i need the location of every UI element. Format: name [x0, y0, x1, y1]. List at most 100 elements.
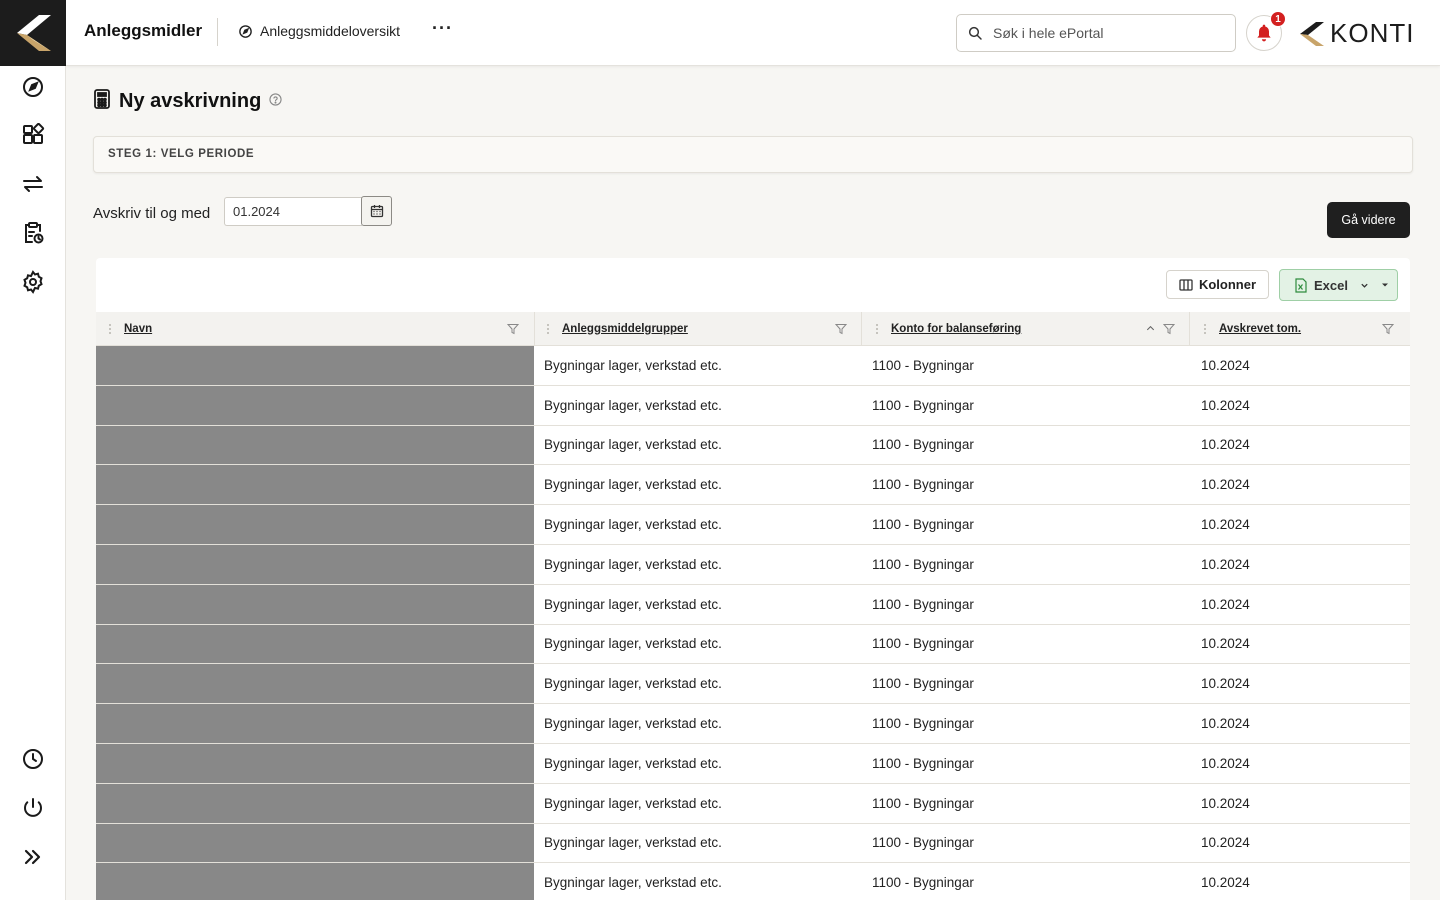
column-header-avskrevet[interactable]: Avskrevet tom. [1204, 312, 1301, 346]
table-row[interactable]: Bygningar lager, verkstad etc. 1100 - Byg… [96, 823, 1410, 864]
table-row[interactable]: Bygningar lager, verkstad etc. 1100 - Byg… [96, 664, 1410, 705]
brand-name: KONTI [1330, 18, 1415, 48]
cell-navn-redacted [96, 823, 534, 863]
drag-handle-icon[interactable] [109, 324, 113, 334]
cell-konto: 1100 - Bygningar [872, 397, 974, 413]
step-label: STEG 1: VELG PERIODE [108, 148, 255, 160]
cell-konto: 1100 - Bygningar [872, 556, 974, 572]
assets-icon[interactable] [0, 115, 66, 155]
cell-avskrevet: 10.2024 [1201, 875, 1250, 891]
cell-avskrevet: 10.2024 [1201, 556, 1250, 572]
konti-logo-icon [1300, 21, 1324, 46]
column-header-anleggsmiddelgrupper[interactable]: Anleggsmiddelgrupper [547, 312, 688, 346]
caret-down-icon[interactable] [1381, 281, 1389, 289]
column-header-label[interactable]: Konto for balanseføring [891, 323, 1021, 335]
drag-handle-icon[interactable] [876, 324, 880, 334]
column-separator [1189, 312, 1190, 346]
sort-ascending-icon[interactable] [1145, 323, 1156, 334]
more-menu-button[interactable]: ··· [432, 18, 453, 39]
table-row[interactable]: Bygningar lager, verkstad etc. 1100 - Byg… [96, 346, 1410, 386]
chevron-down-icon [1361, 283, 1368, 288]
column-separator [861, 312, 862, 346]
assets-table-card: Kolonner Excel Navn Anleggsmiddelgrupper… [96, 258, 1410, 900]
cell-konto: 1100 - Bygningar [872, 835, 974, 851]
step-panel: STEG 1: VELG PERIODE [93, 136, 1413, 173]
excel-icon [1295, 277, 1307, 293]
cell-avskrevet: 10.2024 [1201, 517, 1250, 533]
cell-avskrevet: 10.2024 [1201, 676, 1250, 692]
table-row[interactable]: Bygningar lager, verkstad etc. 1100 - Byg… [96, 584, 1410, 625]
table-row[interactable]: Bygningar lager, verkstad etc. 1100 - Byg… [96, 465, 1410, 506]
column-header-label[interactable]: Avskrevet tom. [1219, 323, 1301, 335]
calendar-button[interactable] [361, 196, 392, 226]
cell-konto: 1100 - Bygningar [872, 596, 974, 612]
table-row[interactable]: Bygningar lager, verkstad etc. 1100 - Byg… [96, 863, 1410, 900]
breadcrumb-overview[interactable]: Anleggsmiddeloversikt [238, 23, 400, 39]
columns-icon [1179, 278, 1193, 291]
table-row[interactable]: Bygningar lager, verkstad etc. 1100 - Byg… [96, 425, 1410, 466]
drag-handle-icon[interactable] [547, 324, 551, 334]
columns-button[interactable]: Kolonner [1166, 270, 1269, 299]
cell-avskrevet: 10.2024 [1201, 716, 1250, 732]
table-header: Navn Anleggsmiddelgrupper Konto for bala… [96, 312, 1410, 346]
sidebar [0, 0, 66, 900]
page-title: Ny avskrivning [119, 90, 262, 112]
cell-avskrevet: 10.2024 [1201, 835, 1250, 851]
cell-konto: 1100 - Bygningar [872, 676, 974, 692]
table-row[interactable]: Bygningar lager, verkstad etc. 1100 - Byg… [96, 743, 1410, 784]
drag-handle-icon[interactable] [1204, 324, 1208, 334]
filter-icon[interactable] [1382, 323, 1394, 335]
clock-icon[interactable] [0, 739, 66, 779]
excel-label: Excel [1314, 277, 1348, 293]
clipboard-clock-icon[interactable] [0, 213, 66, 253]
columns-label: Kolonner [1198, 277, 1257, 292]
cell-navn-redacted [96, 783, 534, 823]
calendar-icon [370, 205, 383, 218]
go-next-button[interactable]: Gå videre [1327, 202, 1410, 238]
filter-icon[interactable] [507, 323, 519, 335]
table-row[interactable]: Bygningar lager, verkstad etc. 1100 - Byg… [96, 624, 1410, 665]
filter-icon[interactable] [835, 323, 847, 335]
column-header-konto[interactable]: Konto for balanseføring [876, 312, 1021, 346]
table-body: Bygningar lager, verkstad etc. 1100 - Byg… [96, 346, 1410, 900]
dashboard-icon[interactable] [0, 67, 66, 107]
search-box[interactable] [956, 14, 1236, 52]
cell-anleggsmiddelgruppe: Bygningar lager, verkstad etc. [544, 755, 722, 771]
cell-konto: 1100 - Bygningar [872, 477, 974, 493]
bell-icon [1257, 24, 1271, 42]
cell-navn-redacted [96, 346, 534, 385]
cell-konto: 1100 - Bygningar [872, 437, 974, 453]
page-header: Ny avskrivning [93, 89, 282, 114]
column-header-label[interactable]: Navn [124, 323, 152, 335]
expand-icon[interactable] [0, 837, 66, 877]
home-logo[interactable] [0, 0, 66, 66]
search-icon [968, 26, 982, 40]
cell-avskrevet: 10.2024 [1201, 437, 1250, 453]
cell-anleggsmiddelgruppe: Bygningar lager, verkstad etc. [544, 835, 722, 851]
cell-navn-redacted [96, 704, 534, 743]
cell-navn-redacted [96, 465, 534, 505]
cell-anleggsmiddelgruppe: Bygningar lager, verkstad etc. [544, 397, 722, 413]
filter-icon[interactable] [1163, 323, 1175, 335]
gear-icon[interactable] [0, 262, 66, 302]
column-header-label[interactable]: Anleggsmiddelgrupper [562, 323, 688, 335]
table-row[interactable]: Bygningar lager, verkstad etc. 1100 - Byg… [96, 704, 1410, 744]
excel-export-button[interactable]: Excel [1279, 269, 1398, 301]
table-row[interactable]: Bygningar lager, verkstad etc. 1100 - Byg… [96, 505, 1410, 545]
cell-navn-redacted [96, 584, 534, 624]
help-icon[interactable] [269, 92, 282, 111]
search-input[interactable] [993, 25, 1213, 41]
cell-anleggsmiddelgruppe: Bygningar lager, verkstad etc. [544, 437, 722, 453]
transfer-icon[interactable] [0, 164, 66, 204]
dashboard-icon [239, 24, 252, 38]
table-row[interactable]: Bygningar lager, verkstad etc. 1100 - Byg… [96, 783, 1410, 824]
cell-anleggsmiddelgruppe: Bygningar lager, verkstad etc. [544, 596, 722, 612]
power-icon[interactable] [0, 788, 66, 828]
column-header-navn[interactable]: Navn [109, 312, 152, 346]
cell-navn-redacted [96, 544, 534, 584]
period-input[interactable] [224, 197, 362, 226]
table-row[interactable]: Bygningar lager, verkstad etc. 1100 - Byg… [96, 544, 1410, 585]
cell-navn-redacted [96, 743, 534, 783]
table-row[interactable]: Bygningar lager, verkstad etc. 1100 - Byg… [96, 385, 1410, 426]
cell-anleggsmiddelgruppe: Bygningar lager, verkstad etc. [544, 676, 722, 692]
